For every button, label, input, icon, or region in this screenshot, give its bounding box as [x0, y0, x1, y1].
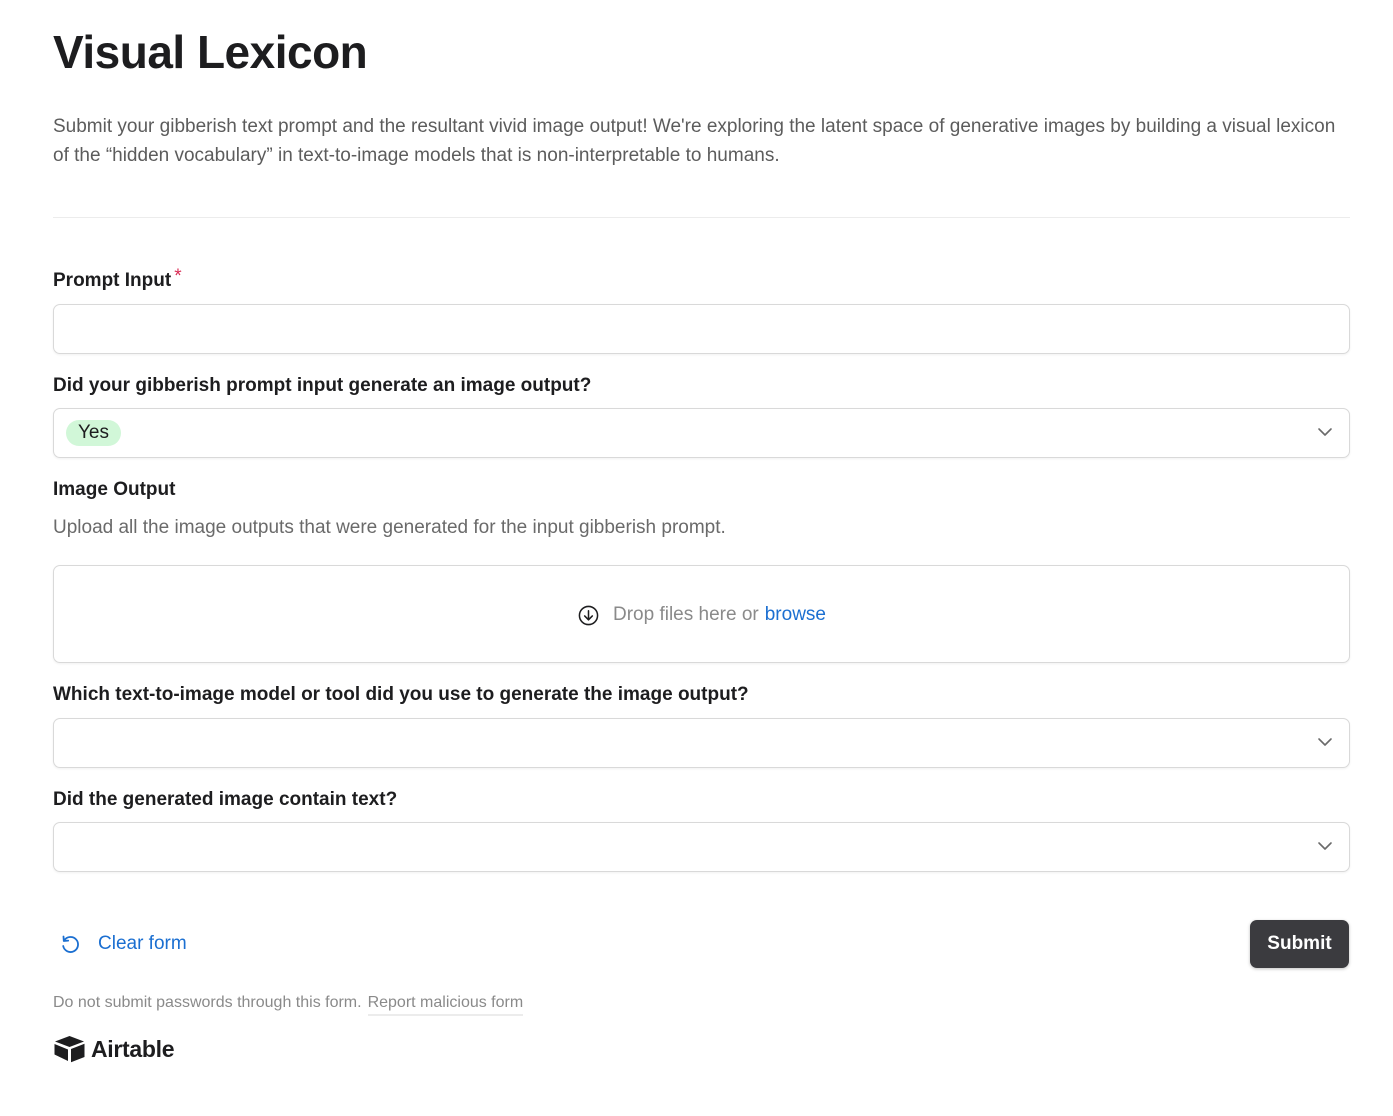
chevron-down-icon [1318, 842, 1332, 850]
clear-form-label: Clear form [98, 933, 187, 954]
generated-image-label: Did your gibberish prompt input generate… [53, 375, 592, 396]
file-dropzone[interactable]: Drop files here or browse [53, 565, 1350, 663]
generated-image-select[interactable]: Yes [53, 408, 1350, 458]
airtable-wordmark: Airtable [91, 1035, 175, 1062]
divider [53, 217, 1350, 218]
footer-note: Do not submit passwords through this for… [53, 992, 524, 1016]
image-output-help: Upload all the image outputs that were g… [53, 517, 726, 538]
download-circle-icon [578, 605, 599, 625]
model-tool-select[interactable] [53, 718, 1350, 768]
browse-link[interactable]: browse [765, 604, 826, 626]
selected-option-pill: Yes [66, 420, 121, 446]
contains-text-label: Did the generated image contain text? [53, 789, 398, 810]
undo-icon [62, 935, 79, 953]
airtable-logo-icon [54, 1036, 85, 1063]
chevron-down-icon [1318, 738, 1332, 746]
submit-button[interactable]: Submit [1250, 920, 1349, 968]
prompt-input-field[interactable] [53, 304, 1350, 354]
required-mark: * [174, 266, 182, 287]
airtable-brand[interactable]: Airtable [53, 1035, 175, 1063]
model-tool-label: Which text-to-image model or tool did yo… [53, 684, 749, 705]
password-warning: Do not submit passwords through this for… [53, 994, 362, 1011]
prompt-input-label: Prompt Input * [53, 266, 182, 294]
drop-files-text: Drop files here or [613, 604, 759, 625]
chevron-down-icon [1318, 428, 1332, 436]
clear-form-button[interactable]: Clear form [59, 931, 187, 957]
form-title: Visual Lexicon [53, 26, 368, 78]
dropzone-content: Drop files here or browse [578, 603, 826, 627]
report-malicious-link[interactable]: Report malicious form [367, 994, 524, 1016]
contains-text-select[interactable] [53, 822, 1350, 872]
form-description: Submit your gibberish text prompt and th… [53, 116, 1336, 166]
prompt-input-label-text: Prompt Input [53, 270, 172, 291]
image-output-label: Image Output [53, 479, 176, 500]
